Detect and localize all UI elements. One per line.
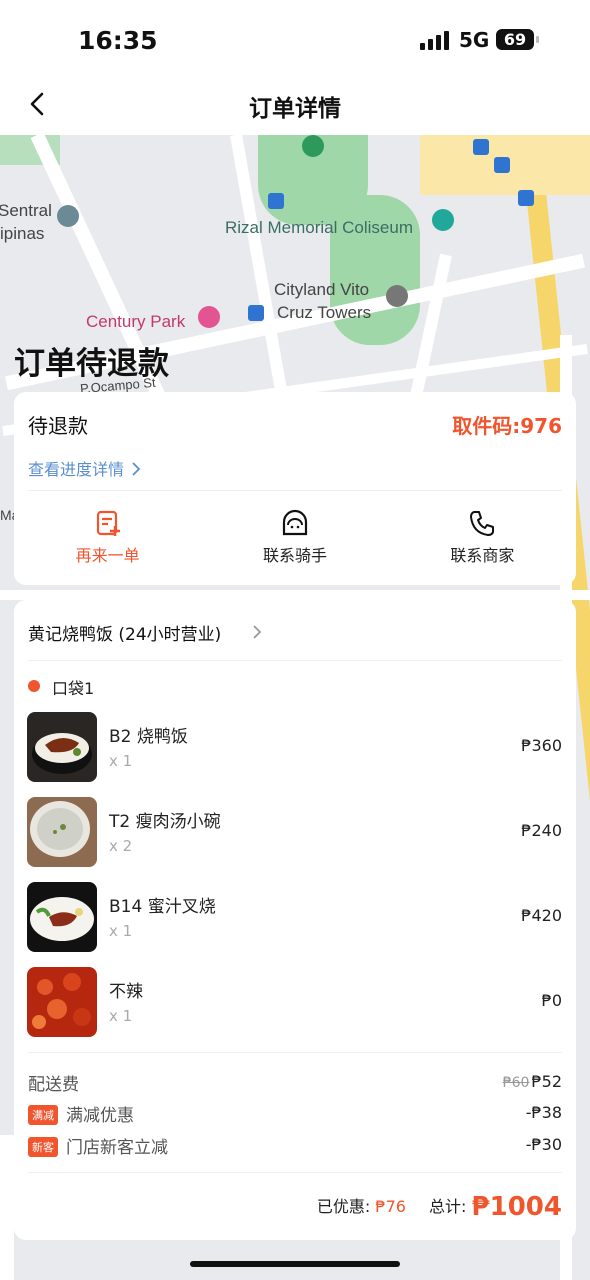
location-pin-icon bbox=[386, 285, 408, 307]
item-name: 不辣 bbox=[109, 982, 143, 1002]
contact-store-label: 联系商家 bbox=[450, 546, 515, 565]
chevron-right-icon bbox=[132, 462, 141, 476]
bus-stop-icon bbox=[518, 190, 534, 206]
reorder-button[interactable]: 再来一单 bbox=[14, 508, 201, 568]
promo-tag: 满减 bbox=[28, 1105, 58, 1125]
order-totals: 已优惠: ₱76 总计: ₱1004 bbox=[317, 1192, 562, 1222]
item-price: ₱0 bbox=[541, 991, 562, 1010]
promo-row: 满减 满减优惠 -₱38 bbox=[28, 1101, 562, 1127]
item-qty: x 1 bbox=[109, 922, 133, 940]
divider bbox=[28, 1172, 562, 1173]
order-item[interactable]: B14 蜜汁叉烧 x 1 ₱420 bbox=[14, 882, 576, 952]
park-pin-icon bbox=[302, 135, 324, 157]
promo-label: 门店新客立减 bbox=[66, 1138, 168, 1158]
home-indicator[interactable] bbox=[190, 1261, 400, 1267]
museum-pin-icon bbox=[57, 205, 79, 227]
order-item[interactable]: 不辣 x 1 ₱0 bbox=[14, 967, 576, 1037]
food-thumbnail bbox=[27, 797, 97, 867]
divider bbox=[28, 490, 562, 491]
bus-stop-icon bbox=[268, 193, 284, 209]
food-thumbnail bbox=[27, 967, 97, 1037]
delivery-fee-original: ₱60 bbox=[502, 1075, 530, 1091]
map-label-cityland-2: Cruz Towers bbox=[277, 303, 372, 322]
contact-store-button[interactable]: 联系商家 bbox=[389, 508, 576, 568]
item-price: ₱360 bbox=[521, 736, 562, 755]
rider-icon bbox=[282, 509, 308, 536]
delivery-fee-label: 配送费 bbox=[28, 1075, 79, 1095]
map-label-rizal: Rizal Memorial Coliseum bbox=[225, 218, 413, 237]
bag-dot-icon bbox=[28, 680, 40, 692]
delivery-fee-value: ₱60 ₱52 bbox=[503, 1072, 562, 1091]
stadium-pin-icon bbox=[432, 209, 454, 231]
bus-stop-icon bbox=[494, 157, 510, 173]
discount-value: ₱76 bbox=[375, 1197, 406, 1216]
order-headline: 订单待退款 bbox=[14, 346, 169, 382]
promo-value: -₱38 bbox=[525, 1103, 562, 1122]
food-thumbnail bbox=[27, 882, 97, 952]
promo-row: 新客 门店新客立减 -₱30 bbox=[28, 1133, 562, 1159]
pickup-code: 取件码:976 bbox=[452, 414, 562, 438]
hotel-pin-icon bbox=[198, 306, 220, 328]
divider bbox=[28, 660, 562, 661]
total-value: ₱1004 bbox=[471, 1192, 562, 1222]
reorder-label: 再来一单 bbox=[75, 546, 140, 565]
bus-stop-icon bbox=[248, 305, 264, 321]
item-name: T2 瘦肉汤小碗 bbox=[109, 812, 221, 832]
order-item[interactable]: B2 烧鸭饭 x 1 ₱360 bbox=[14, 712, 576, 782]
signal-icon bbox=[420, 30, 450, 50]
promo-value: -₱30 bbox=[525, 1135, 562, 1154]
food-thumbnail bbox=[27, 712, 97, 782]
promo-tag: 新客 bbox=[28, 1137, 58, 1157]
bus-stop-icon bbox=[473, 139, 489, 155]
order-status: 待退款 bbox=[28, 414, 88, 438]
item-qty: x 1 bbox=[109, 752, 133, 770]
store-name[interactable]: 黄记烧鸭饭 (24小时营业) bbox=[28, 620, 221, 645]
map-label-sentral: Sentral bbox=[0, 201, 52, 220]
progress-link-label: 查看进度详情 bbox=[28, 460, 125, 479]
order-status-card: 待退款 取件码:976 查看进度详情 再来一单 联系骑手 联系商家 bbox=[14, 392, 576, 585]
phone-icon bbox=[470, 511, 495, 536]
divider bbox=[28, 1052, 562, 1053]
total-label: 总计: bbox=[429, 1197, 467, 1216]
reorder-icon bbox=[96, 510, 120, 536]
action-bar: 再来一单 联系骑手 联系商家 bbox=[14, 508, 576, 568]
delivery-fee-row: 配送费 ₱60 ₱52 bbox=[28, 1070, 562, 1096]
item-price: ₱240 bbox=[521, 821, 562, 840]
map-label-ipinas: ipinas bbox=[0, 224, 45, 243]
page-title: 订单详情 bbox=[249, 96, 341, 122]
item-name: B14 蜜汁叉烧 bbox=[109, 897, 216, 917]
discount-label: 已优惠: bbox=[316, 1197, 371, 1216]
item-price: ₱420 bbox=[521, 906, 562, 925]
battery-icon: 69 bbox=[496, 29, 539, 50]
item-qty: x 1 bbox=[109, 1007, 133, 1025]
promo-label: 满减优惠 bbox=[66, 1106, 134, 1126]
item-name: B2 烧鸭饭 bbox=[109, 727, 188, 747]
map-label-cityland-1: Cityland Vito bbox=[274, 280, 370, 299]
delivery-fee-price: ₱52 bbox=[531, 1072, 562, 1091]
item-qty: x 2 bbox=[109, 837, 133, 855]
bag-label: 口袋1 bbox=[52, 679, 95, 698]
contact-rider-label: 联系骑手 bbox=[262, 546, 327, 565]
chevron-right-icon[interactable] bbox=[250, 622, 264, 642]
progress-link[interactable]: 查看进度详情 bbox=[28, 456, 141, 480]
nav-bar: 订单详情 bbox=[0, 75, 590, 135]
network-label: 5G bbox=[459, 28, 490, 52]
status-bar: 16:35 5G 69 bbox=[0, 0, 590, 75]
order-items-card: 黄记烧鸭饭 (24小时营业) 口袋1 B2 烧鸭饭 x 1 ₱360 T2 瘦肉… bbox=[14, 600, 576, 1240]
order-item[interactable]: T2 瘦肉汤小碗 x 2 ₱240 bbox=[14, 797, 576, 867]
map-label-century: Century Park bbox=[86, 312, 186, 331]
contact-rider-button[interactable]: 联系骑手 bbox=[201, 508, 388, 568]
status-time: 16:35 bbox=[78, 26, 158, 55]
